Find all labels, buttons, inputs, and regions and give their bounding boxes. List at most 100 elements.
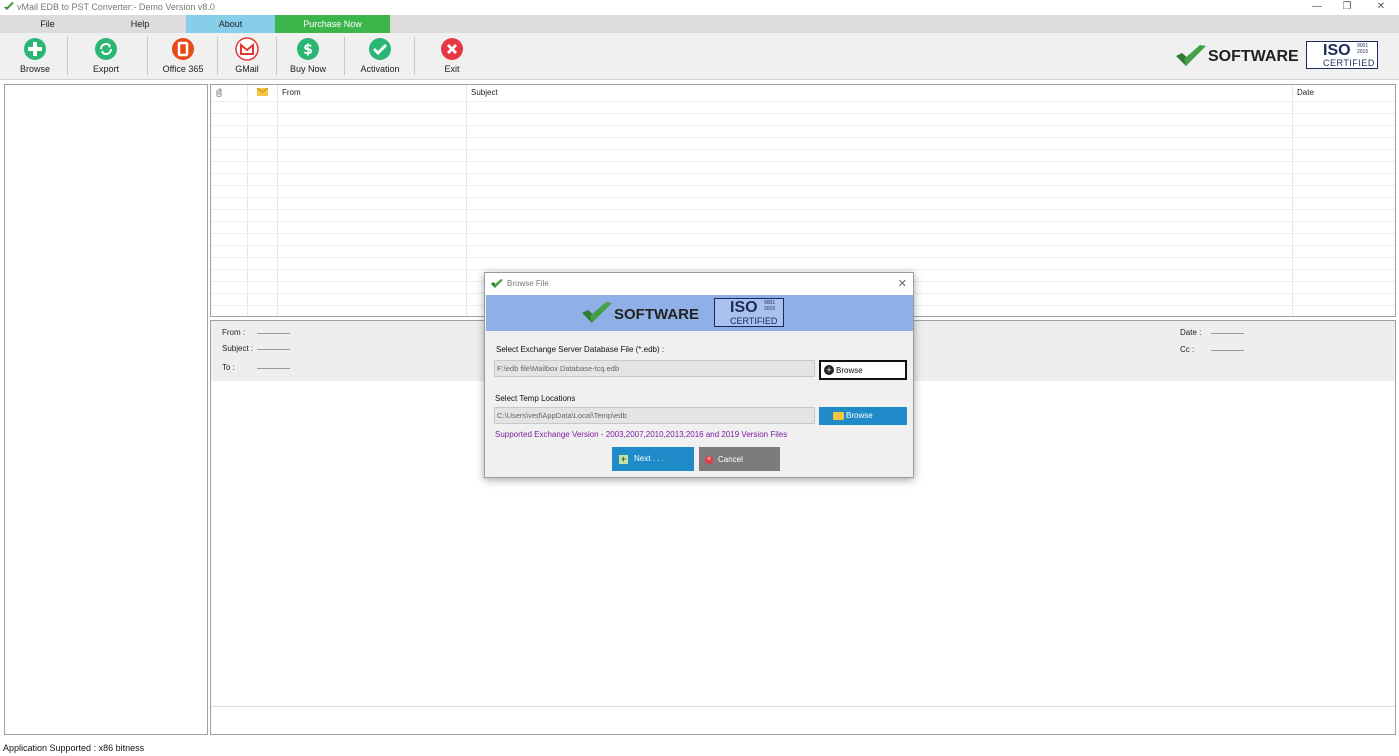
toolbar: Browse Export Office 365 GMail $ Buy Now <box>0 33 1399 80</box>
banner-check-icon <box>582 302 612 323</box>
attachment-icon <box>216 88 222 97</box>
next-button[interactable]: + Next . . . <box>612 447 694 471</box>
add-icon <box>24 38 46 60</box>
dollar-icon: $ <box>297 38 319 60</box>
browse-file-dialog: Browse File ✕ SOFTWARE ISO 9001 2015 CER… <box>484 272 914 478</box>
dialog-title-bar: Browse File ✕ <box>485 273 913 295</box>
edb-browse-button[interactable]: + Browse <box>819 360 907 380</box>
grid-row-line <box>211 137 1395 138</box>
checkmark-icon <box>369 38 391 60</box>
grid-row-line <box>211 161 1395 162</box>
edb-browse-label: Browse <box>836 366 863 375</box>
preview-to-label: To : <box>222 363 235 372</box>
export-toolbar-label: Export <box>92 64 119 74</box>
banner-iso-badge: ISO 9001 2015 CERTIFIED <box>714 298 784 327</box>
grid-column-line <box>277 85 278 316</box>
office365-toolbar-button[interactable]: Office 365 <box>150 36 216 78</box>
svg-text:$: $ <box>303 42 313 58</box>
exit-toolbar-button[interactable]: Exit <box>419 36 485 78</box>
supported-versions-text: Supported Exchange Version - 2003,2007,2… <box>495 430 788 439</box>
dialog-brand-banner: SOFTWARE ISO 9001 2015 CERTIFIED <box>486 295 913 331</box>
grid-row-line <box>211 101 1395 102</box>
exit-icon <box>441 38 463 60</box>
restore-button[interactable]: ❐ <box>1331 0 1363 15</box>
menu-about[interactable]: About <box>186 15 275 33</box>
grid-column-line <box>247 85 248 316</box>
office365-toolbar-label: Office 365 <box>162 64 204 74</box>
temp-location-path-field[interactable]: C:\Users\ved\AppData\Local\Temp\edb <box>494 407 815 424</box>
grid-row-line <box>211 209 1395 210</box>
grid-row-line <box>211 173 1395 174</box>
cancel-icon: × <box>705 456 713 464</box>
activation-toolbar-label: Activation <box>360 64 400 74</box>
gmail-icon <box>235 37 259 61</box>
column-header-from[interactable]: From <box>278 85 301 101</box>
app-logo-icon <box>4 2 14 10</box>
menu-file[interactable]: File <box>0 15 95 33</box>
menu-bar: File Help About Purchase Now <box>0 15 1399 33</box>
preview-date-value <box>1211 333 1244 334</box>
grid-row-line <box>211 245 1395 246</box>
preview-date-label: Date : <box>1180 328 1202 337</box>
menu-help[interactable]: Help <box>95 15 185 33</box>
toolbar-separator <box>344 37 345 75</box>
cancel-label: Cancel <box>718 455 743 464</box>
grid-row-line <box>211 149 1395 150</box>
banner-software-text: SOFTWARE <box>614 306 699 323</box>
toolbar-separator <box>67 37 68 75</box>
cancel-button[interactable]: × Cancel <box>699 447 780 471</box>
status-bar-text: Application Supported : x86 bitness <box>3 743 145 753</box>
export-toolbar-button[interactable]: Export <box>73 36 139 78</box>
dialog-app-icon <box>491 279 503 288</box>
brand-check-icon <box>1176 45 1206 66</box>
preview-from-value <box>257 333 290 334</box>
grid-row-line <box>211 185 1395 186</box>
preview-from-label: From : <box>222 328 246 337</box>
folder-icon <box>833 412 844 420</box>
gmail-toolbar-label: GMail <box>235 64 259 74</box>
brand-software-text: SOFTWARE <box>1208 48 1299 65</box>
office365-icon <box>172 38 194 60</box>
grid-row-line <box>211 269 1395 270</box>
add-icon: + <box>824 365 834 375</box>
grid-row-line <box>211 113 1395 114</box>
minimize-button[interactable]: — <box>1301 0 1333 15</box>
preview-to-value <box>257 368 290 369</box>
toolbar-separator <box>414 37 415 75</box>
menu-purchase-now[interactable]: Purchase Now <box>275 15 390 33</box>
toolbar-separator <box>147 37 148 75</box>
preview-cc-label: Cc : <box>1180 345 1195 354</box>
grid-row-line <box>211 221 1395 222</box>
grid-column-line <box>1292 85 1293 316</box>
grid-row-line <box>211 197 1395 198</box>
grid-row-line <box>211 125 1395 126</box>
preview-divider <box>211 706 1395 707</box>
browse-toolbar-button[interactable]: Browse <box>2 36 68 78</box>
edb-file-path-field[interactable]: F:\edb file\Mailbox Database-tcq.edb <box>494 360 815 377</box>
gmail-toolbar-button[interactable]: GMail <box>214 36 280 78</box>
folder-tree-pane[interactable] <box>4 84 208 735</box>
close-window-button[interactable]: ✕ <box>1365 0 1397 15</box>
edb-file-label: Select Exchange Server Database File (*.… <box>496 345 665 354</box>
preview-subject-label: Subject : <box>222 344 254 353</box>
dialog-title: Browse File <box>507 279 549 288</box>
browse-toolbar-label: Browse <box>19 64 50 74</box>
activation-toolbar-button[interactable]: Activation <box>347 36 413 78</box>
title-bar: vMail EDB to PST Converter:- Demo Versio… <box>0 0 1399 15</box>
temp-browse-button[interactable]: Browse <box>819 407 907 425</box>
preview-cc-value <box>1211 350 1244 351</box>
buy-now-toolbar-label: Buy Now <box>289 64 326 74</box>
brand-logo: SOFTWARE ISO 9001 2015 CERTIFIED <box>1176 41 1386 73</box>
temp-browse-label: Browse <box>846 411 873 420</box>
refresh-icon <box>95 38 117 60</box>
envelope-icon <box>257 88 268 96</box>
grid-row-line <box>211 257 1395 258</box>
plus-icon: + <box>619 454 628 464</box>
buy-now-toolbar-button[interactable]: $ Buy Now <box>275 36 341 78</box>
column-header-date[interactable]: Date <box>1293 85 1314 101</box>
grid-row-line <box>211 233 1395 234</box>
dialog-close-button[interactable]: ✕ <box>898 277 907 290</box>
preview-subject-value <box>257 349 290 350</box>
iso-badge: ISO 9001 2015 CERTIFIED <box>1306 41 1378 69</box>
column-header-subject[interactable]: Subject <box>467 85 498 101</box>
